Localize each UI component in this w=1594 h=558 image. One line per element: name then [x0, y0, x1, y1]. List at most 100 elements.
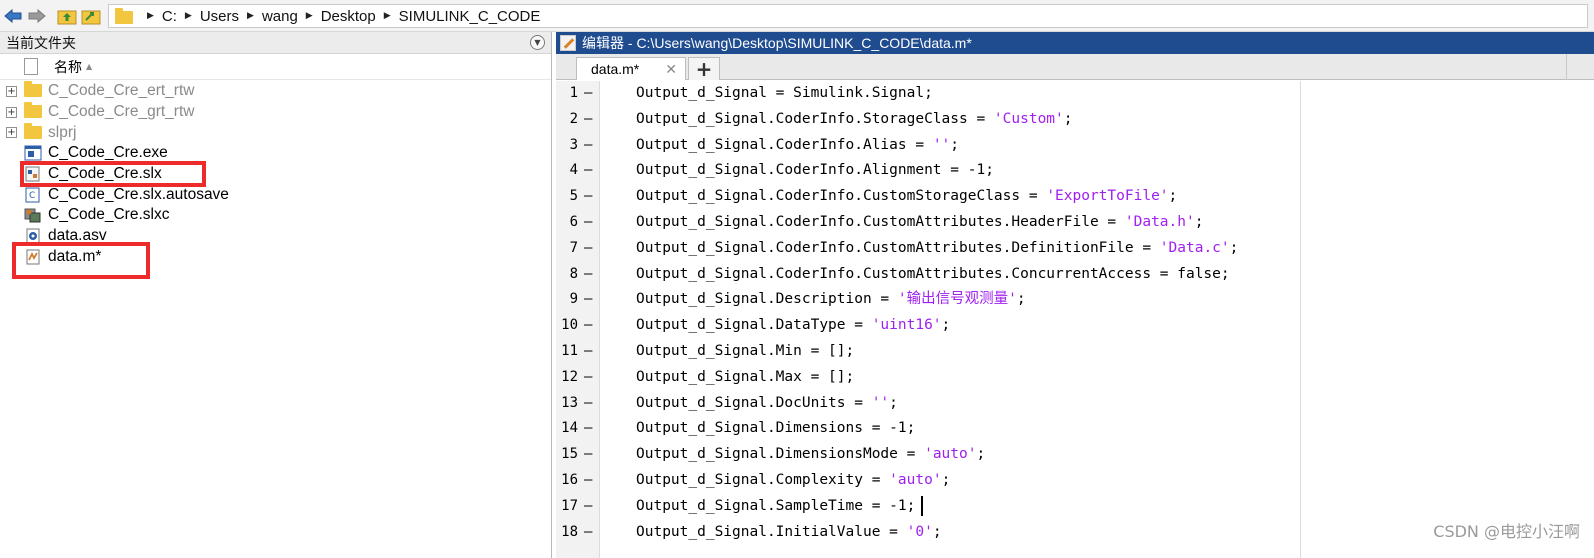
- editor-title: 编辑器 - C:\Users\wang\Desktop\SIMULINK_C_C…: [582, 35, 972, 51]
- code-text: Output_d_Signal.DataType = 'uint16';: [636, 313, 950, 339]
- code-line[interactable]: 14 — Output_d_Signal.Dimensions = -1;: [556, 416, 1594, 442]
- list-item[interactable]: C_Code_Cre.slxc: [0, 205, 551, 226]
- chevron-right-icon: ▶: [247, 11, 254, 21]
- column-name[interactable]: 名称: [54, 57, 82, 77]
- line-number: 3: [569, 136, 578, 153]
- breakpoint-marker[interactable]: —: [584, 313, 592, 339]
- code-line[interactable]: 8 — Output_d_Signal.CoderInfo.CustomAttrib…: [556, 262, 1594, 288]
- breakpoint-marker[interactable]: —: [584, 133, 592, 159]
- breakpoint-marker[interactable]: —: [584, 442, 592, 468]
- expand-icon[interactable]: +: [6, 106, 17, 118]
- code-line[interactable]: 17 — Output_d_Signal.SampleTime = -1;: [556, 494, 1594, 520]
- breakpoint-marker[interactable]: —: [584, 236, 592, 262]
- code-line[interactable]: 6 — Output_d_Signal.CoderInfo.CustomAttrib…: [556, 210, 1594, 236]
- code-line[interactable]: 3 — Output_d_Signal.CoderInfo.Alias = '';: [556, 133, 1594, 159]
- breakpoint-marker[interactable]: —: [584, 520, 592, 546]
- current-folder-panel: 当前文件夹 ▼ 名称 ▲ + C_Code_Cre_ert_rtw + C_Co…: [0, 32, 552, 558]
- code-area[interactable]: 1 — Output_d_Signal = Simulink.Signal; 2 — Ou…: [556, 81, 1594, 558]
- code-line[interactable]: 16 — Output_d_Signal.Complexity = 'auto';: [556, 468, 1594, 494]
- breakpoint-marker[interactable]: —: [584, 158, 592, 184]
- tab-scroll[interactable]: [1566, 54, 1594, 80]
- item-label: C_Code_Cre_ert_rtw: [48, 82, 195, 100]
- code-line[interactable]: 12 — Output_d_Signal.Max = [];: [556, 365, 1594, 391]
- code-line[interactable]: 11 — Output_d_Signal.Min = [];: [556, 339, 1594, 365]
- back-button[interactable]: [2, 5, 24, 27]
- code-segment: Output_d_Signal.CoderInfo.Alignment = -1…: [636, 162, 994, 179]
- column-header[interactable]: 名称 ▲: [0, 54, 551, 80]
- item-label: C_Code_Cre.exe: [48, 144, 168, 162]
- code-segment: ;: [889, 394, 898, 411]
- code-line[interactable]: 7 — Output_d_Signal.CoderInfo.CustomAttrib…: [556, 236, 1594, 262]
- breakpoint-marker[interactable]: —: [584, 494, 592, 520]
- breadcrumb-item[interactable]: Desktop: [321, 8, 376, 25]
- breakpoint-marker[interactable]: —: [584, 184, 592, 210]
- breakpoint-marker[interactable]: —: [584, 107, 592, 133]
- tab-label: data.m*: [591, 61, 640, 77]
- string-literal: 'ExportToFile': [1046, 188, 1169, 205]
- string-literal: 'Data.h': [1124, 214, 1195, 230]
- code-text: Output_d_Signal.Min = [];: [636, 339, 854, 365]
- code-line[interactable]: 15 — Output_d_Signal.DimensionsMode = 'aut…: [556, 442, 1594, 468]
- code-segment: Output_d_Signal.Complexity =: [636, 472, 890, 488]
- list-item[interactable]: + C_Code_Cre_grt_rtw: [0, 102, 551, 123]
- expand-icon[interactable]: +: [6, 127, 17, 139]
- breakpoint-marker[interactable]: —: [584, 365, 592, 391]
- string-literal: 'uint16': [871, 317, 942, 334]
- code-line[interactable]: 5 — Output_d_Signal.CoderInfo.CustomStorag…: [556, 184, 1594, 210]
- list-item[interactable]: + slprj: [0, 122, 551, 143]
- breakpoint-marker[interactable]: —: [584, 287, 592, 313]
- breakpoint-marker[interactable]: —: [584, 210, 592, 236]
- tab-data-m[interactable]: data.m* ✕: [576, 57, 686, 80]
- line-number: 9: [569, 291, 578, 308]
- panel-title: 当前文件夹: [6, 35, 76, 52]
- code-line[interactable]: 2 — Output_d_Signal.CoderInfo.StorageClass…: [556, 107, 1594, 133]
- code-text: Output_d_Signal.InitialValue = '0';: [636, 520, 942, 546]
- item-label: slprj: [48, 123, 77, 141]
- code-text: Output_d_Signal = Simulink.Signal;: [636, 81, 933, 107]
- line-number: 7: [569, 239, 578, 256]
- code-text: Output_d_Signal.Dimensions = -1;: [636, 416, 915, 442]
- sort-ascending-icon: ▲: [86, 62, 93, 71]
- string-literal: 'Data.c': [1159, 239, 1230, 256]
- line-number: 6: [569, 214, 578, 230]
- breakpoint-marker[interactable]: —: [584, 339, 592, 365]
- panel-menu-icon[interactable]: ▼: [530, 35, 545, 50]
- close-icon[interactable]: ✕: [665, 61, 677, 78]
- code-line[interactable]: 9 — Output_d_Signal.Description = '输出信号观测量…: [556, 287, 1594, 313]
- breakpoint-marker[interactable]: —: [584, 391, 592, 417]
- code-line[interactable]: 4 — Output_d_Signal.CoderInfo.Alignment = …: [556, 158, 1594, 184]
- item-label: C_Code_Cre_grt_rtw: [48, 103, 195, 121]
- up-folder-button[interactable]: [56, 5, 78, 27]
- list-item[interactable]: + C_Code_Cre_ert_rtw: [0, 81, 551, 102]
- code-text: Output_d_Signal.CoderInfo.CustomAttribut…: [636, 210, 1203, 236]
- breakpoint-marker[interactable]: —: [584, 81, 592, 107]
- code-text: Output_d_Signal.Description = '输出信号观测量';: [636, 287, 1026, 313]
- address-field[interactable]: ▶ C: ▶ Users ▶ wang ▶ Desktop ▶ SIMULINK…: [108, 4, 1588, 28]
- code-line[interactable]: 1 — Output_d_Signal = Simulink.Signal;: [556, 81, 1594, 107]
- line-number: 11: [561, 343, 578, 359]
- code-line[interactable]: 13 — Output_d_Signal.DocUnits = '';: [556, 391, 1594, 417]
- address-bar: ▶ C: ▶ Users ▶ wang ▶ Desktop ▶ SIMULINK…: [0, 0, 1594, 32]
- line-number: 8: [569, 265, 578, 282]
- breakpoint-marker[interactable]: —: [584, 416, 592, 442]
- code-segment: ;: [950, 136, 960, 153]
- code-segment: Output_d_Signal.DocUnits =: [636, 394, 872, 411]
- breadcrumb-item[interactable]: wang: [262, 8, 298, 25]
- highlight-box-slx: [20, 161, 206, 187]
- list-item[interactable]: C C_Code_Cre.slx.autosave: [0, 184, 551, 205]
- breadcrumb-item[interactable]: Users: [200, 8, 239, 25]
- breadcrumb-item[interactable]: C:: [162, 8, 177, 25]
- browse-folder-button[interactable]: [80, 5, 102, 27]
- svg-text:C: C: [29, 191, 35, 201]
- breakpoint-marker[interactable]: —: [584, 262, 592, 288]
- string-literal: 'auto': [889, 472, 942, 488]
- file-type-icon: [24, 58, 38, 75]
- code-line[interactable]: 10 — Output_d_Signal.DataType = 'uint16';: [556, 313, 1594, 339]
- highlight-box-data-m: [12, 242, 150, 279]
- string-literal: 'auto': [924, 446, 977, 463]
- forward-button[interactable]: [26, 5, 48, 27]
- add-tab-button[interactable]: +: [688, 57, 720, 81]
- breadcrumb-item[interactable]: SIMULINK_C_CODE: [399, 8, 541, 25]
- expand-icon[interactable]: +: [6, 85, 17, 97]
- breakpoint-marker[interactable]: —: [584, 468, 592, 494]
